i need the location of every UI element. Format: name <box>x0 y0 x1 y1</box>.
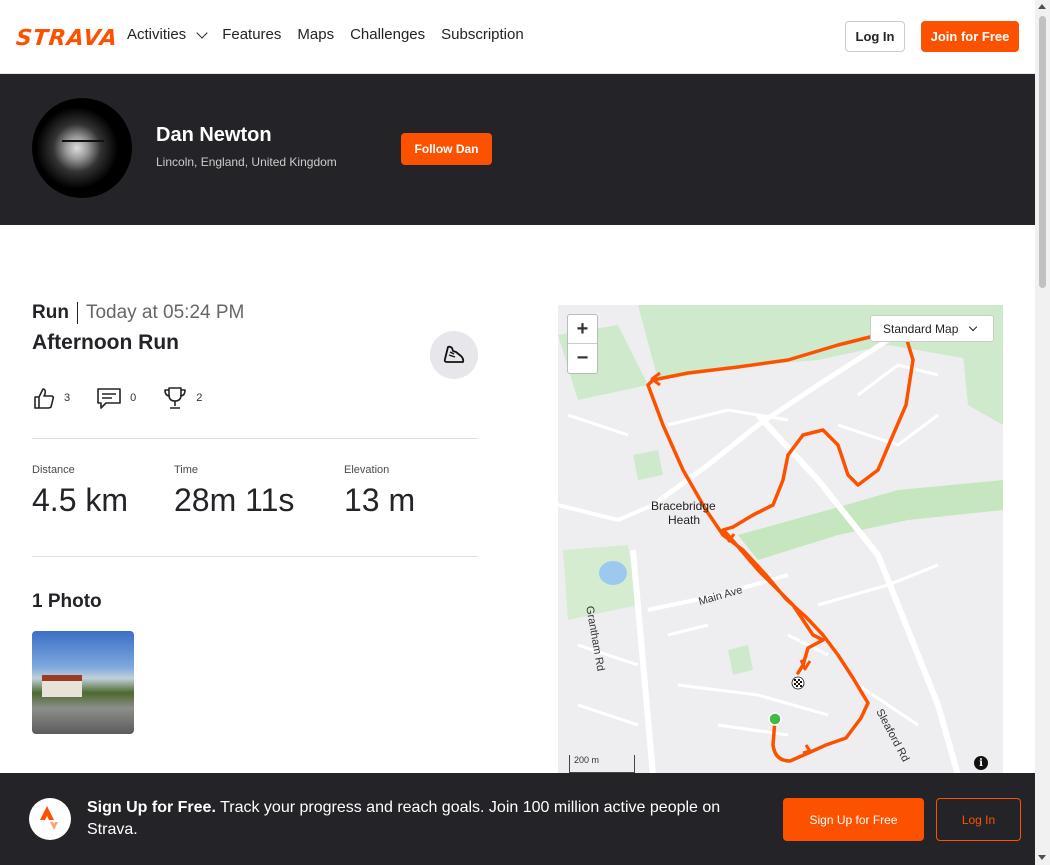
nav-item-subscription[interactable]: Subscription <box>441 26 524 43</box>
avatar-glasses <box>62 140 104 150</box>
nav-item-label: Subscription <box>441 26 524 43</box>
nav-item-maps[interactable]: Maps <box>297 26 334 43</box>
nav-item-features[interactable]: Features <box>222 26 281 43</box>
shoe-button[interactable] <box>430 331 478 379</box>
login-button[interactable]: Log In <box>845 21 905 52</box>
banner-login-button[interactable]: Log In <box>936 798 1021 841</box>
follow-button[interactable]: Follow Dan <box>401 133 492 165</box>
stat-value: 4.5 km <box>32 482 129 518</box>
strava-logo-icon <box>29 798 71 840</box>
map-label-bracebridge: Bracebridge <box>651 499 716 513</box>
social-bar: 3 0 2 <box>32 385 228 411</box>
stat-value: 28m 11s <box>174 482 295 518</box>
comments-count: 0 <box>130 392 137 404</box>
map-type-label: Standard Map <box>883 321 959 336</box>
stat-label: Elevation <box>344 464 390 476</box>
shoe-icon <box>443 345 465 363</box>
activity-title: Afternoon Run <box>32 331 179 354</box>
nav-item-activities[interactable]: Activities <box>127 26 208 43</box>
photo-house <box>42 675 82 697</box>
nav-item-label: Features <box>222 26 282 43</box>
thumbs-up-icon <box>34 388 55 409</box>
avatar[interactable] <box>32 98 132 198</box>
divider <box>32 438 478 439</box>
nav-menu: Activities Features Maps Challenges Subs… <box>127 26 540 43</box>
scroll-thumb[interactable] <box>1039 16 1046 288</box>
kudos-count: 3 <box>64 392 71 404</box>
athlete-name[interactable]: Dan Newton <box>156 124 272 147</box>
trophy-icon <box>164 387 187 409</box>
top-nav: STRAVA Activities Features Maps Challeng… <box>0 0 1035 74</box>
scrollbar[interactable] <box>1035 0 1050 865</box>
page: STRAVA Activities Features Maps Challeng… <box>0 0 1050 865</box>
banner-signup-button[interactable]: Sign Up for Free <box>783 798 924 841</box>
chevron-down-icon <box>196 26 208 39</box>
stat-time: Time 28m 11s <box>174 464 294 519</box>
map-canvas[interactable] <box>558 305 1003 775</box>
activity-map[interactable]: Bracebridge Heath Grantham Rd Main Ave S… <box>558 305 1003 775</box>
info-icon[interactable]: i <box>974 756 988 770</box>
scroll-up-arrow-icon[interactable] <box>1038 4 1046 9</box>
map-type-dropdown[interactable]: Standard Map <box>870 315 994 342</box>
nav-item-label: Challenges <box>350 26 426 43</box>
stat-value: 13 m <box>344 482 416 518</box>
strava-mark-icon <box>40 806 58 830</box>
achievements-count: 2 <box>196 392 203 404</box>
nav-item-label: Activities <box>127 26 187 43</box>
zoom-control: + − <box>567 314 598 374</box>
athlete-header: Dan Newton Lincoln, England, United King… <box>0 74 1035 225</box>
banner-text: Sign Up for Free. Track your progress an… <box>87 797 767 841</box>
activity-meta: Run Today at 05:24 PM <box>32 299 244 327</box>
banner-title: Sign Up for Free. <box>87 799 216 816</box>
activity-photo[interactable] <box>32 631 134 734</box>
nav-item-label: Maps <box>297 26 335 43</box>
divider <box>32 556 478 557</box>
athlete-location: Lincoln, England, United Kingdom <box>156 155 337 169</box>
stat-label: Time <box>174 464 199 476</box>
signup-banner: Sign Up for Free. Track your progress an… <box>0 773 1035 865</box>
map-scale: 200 m <box>569 755 635 773</box>
kudos-button[interactable]: 3 <box>32 386 70 410</box>
strava-logo[interactable]: STRAVA <box>15 26 120 51</box>
achievements-button[interactable]: 2 <box>162 385 202 411</box>
zoom-in-button[interactable]: + <box>568 315 597 344</box>
comment-icon <box>97 388 121 409</box>
comments-button[interactable]: 0 <box>96 386 136 410</box>
activity-type: Run <box>32 302 78 324</box>
activity-date: Today at 05:24 PM <box>85 302 245 323</box>
map-label-heath: Heath <box>668 513 701 527</box>
nav-item-challenges[interactable]: Challenges <box>350 26 425 43</box>
join-button[interactable]: Join for Free <box>921 21 1019 52</box>
chevron-down-icon <box>969 322 978 331</box>
scroll-down-arrow-icon[interactable] <box>1038 855 1046 860</box>
stat-label: Distance <box>32 464 75 476</box>
photos-title: 1 Photo <box>32 591 102 612</box>
stat-elevation: Elevation 13 m <box>344 464 415 519</box>
zoom-out-button[interactable]: − <box>568 344 597 373</box>
stat-distance: Distance 4.5 km <box>32 464 128 519</box>
